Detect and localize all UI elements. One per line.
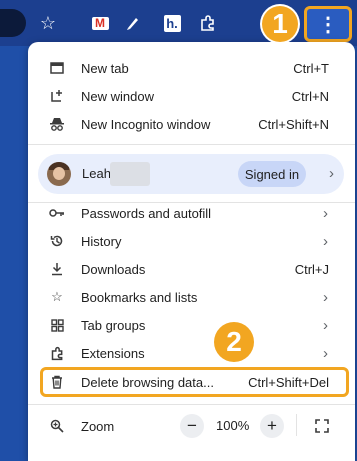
incognito-label: New Incognito window — [81, 116, 211, 132]
chevron-right-icon: › — [323, 288, 328, 306]
zoom-divider — [296, 414, 297, 436]
signed-in-badge: Signed in — [238, 161, 306, 187]
zoom-icon — [48, 417, 66, 435]
chrome-menu-button[interactable]: ⋮ — [304, 6, 352, 42]
zoom-label: Zoom — [81, 418, 115, 434]
chevron-right-icon: › — [323, 344, 328, 362]
puzzle-icon — [48, 344, 66, 362]
fullscreen-button[interactable] — [310, 414, 334, 438]
history-icon — [48, 232, 66, 250]
download-icon — [48, 260, 66, 278]
highlight-box — [40, 367, 349, 397]
menu-divider — [28, 404, 355, 405]
incognito-shortcut: Ctrl+Shift+N — [258, 116, 329, 132]
chrome-main-menu: New tab Ctrl+T New window Ctrl+N New Inc… — [28, 42, 355, 461]
extensions-label: Extensions — [81, 345, 145, 361]
profile-name: Leah — [82, 166, 111, 181]
plus-icon: + — [267, 416, 277, 435]
menu-item-tab-groups[interactable]: Tab groups › — [28, 311, 355, 339]
key-icon — [48, 204, 66, 222]
menu-item-new-window[interactable]: New window Ctrl+N — [28, 82, 355, 110]
puzzle-icon[interactable] — [196, 11, 220, 35]
menu-item-new-tab[interactable]: New tab Ctrl+T — [28, 54, 355, 82]
h-extension-letter: h. — [163, 14, 181, 32]
new-window-shortcut: Ctrl+N — [291, 88, 329, 104]
chevron-right-icon: › — [323, 232, 328, 250]
downloads-label: Downloads — [81, 261, 146, 277]
chevron-right-icon: › — [329, 165, 334, 182]
menu-item-incognito[interactable]: New Incognito window Ctrl+Shift+N — [28, 110, 355, 138]
menu-divider — [28, 144, 355, 145]
profile-name-redacted — [110, 162, 150, 186]
step-2-badge: 2 — [214, 322, 254, 362]
tab-groups-label: Tab groups — [81, 317, 146, 333]
new-window-label: New window — [81, 88, 154, 104]
h-extension-icon[interactable]: h. — [160, 11, 184, 35]
browser-toolbar: ☆ M h. ⋮ — [0, 0, 357, 46]
step-1-badge: 1 — [262, 6, 298, 42]
new-tab-icon — [48, 59, 66, 77]
star-outline-icon: ☆ — [51, 289, 63, 304]
passwords-label: Passwords and autofill — [81, 205, 212, 221]
zoom-in-button[interactable]: + — [260, 414, 284, 438]
downloads-shortcut: Ctrl+J — [294, 261, 329, 277]
menu-item-passwords[interactable]: Passwords and autofill › — [28, 199, 355, 227]
zoom-out-button[interactable]: − — [180, 414, 204, 438]
pen-icon[interactable] — [121, 11, 145, 35]
new-tab-label: New tab — [81, 60, 129, 76]
menu-item-history[interactable]: History › — [28, 227, 355, 255]
new-window-icon — [48, 87, 66, 105]
fullscreen-icon — [315, 419, 329, 433]
gmail-icon[interactable]: M — [88, 11, 112, 35]
chevron-right-icon: › — [323, 316, 328, 334]
profile-row[interactable]: Leah Signed in › — [38, 154, 344, 194]
bookmarks-label: Bookmarks and lists — [81, 289, 198, 305]
minus-icon: − — [187, 416, 197, 435]
history-label: History — [81, 233, 122, 249]
tab-groups-icon — [48, 316, 66, 334]
zoom-level: 100% — [216, 418, 250, 433]
star-icon[interactable]: ☆ — [36, 11, 60, 35]
chevron-right-icon: › — [323, 204, 328, 222]
new-tab-shortcut: Ctrl+T — [293, 60, 329, 76]
incognito-icon — [48, 115, 66, 133]
avatar — [47, 162, 71, 186]
kebab-icon: ⋮ — [318, 13, 338, 36]
address-bar-edge[interactable] — [0, 9, 26, 37]
menu-item-extensions[interactable]: Extensions › — [28, 339, 355, 367]
menu-item-downloads[interactable]: Downloads Ctrl+J — [28, 255, 355, 283]
menu-item-bookmarks[interactable]: ☆ Bookmarks and lists › — [28, 283, 355, 311]
